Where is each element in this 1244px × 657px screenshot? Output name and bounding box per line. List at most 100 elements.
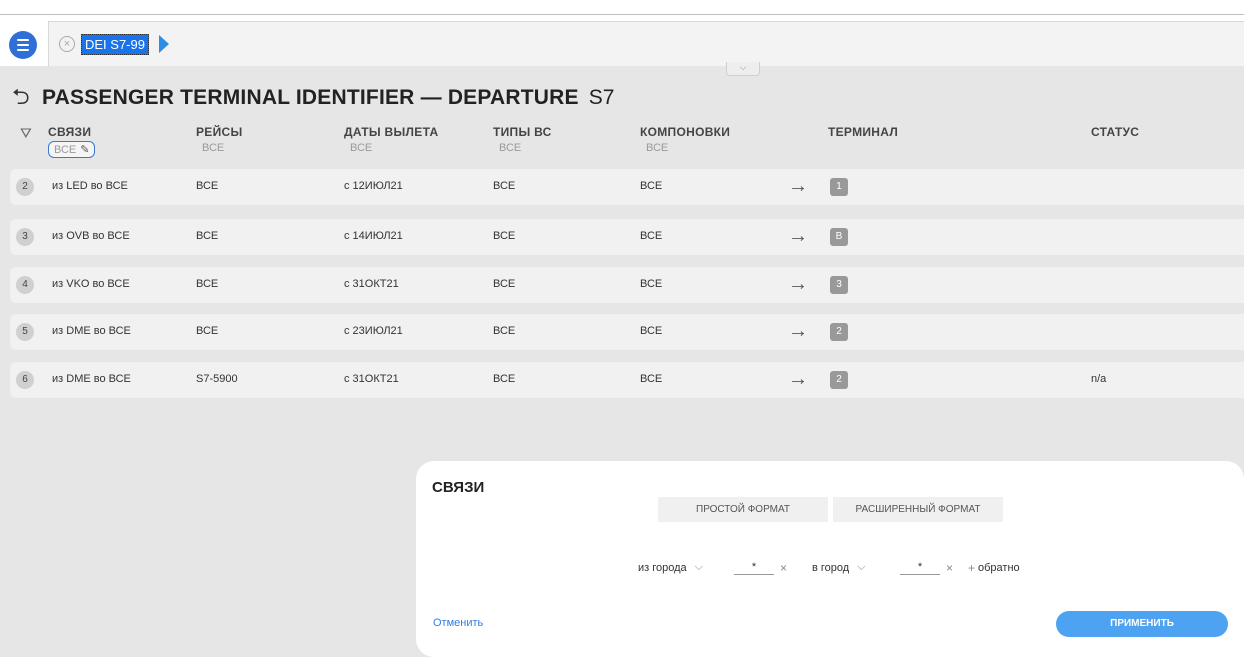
apply-button[interactable]: ПРИМЕНИТЬ xyxy=(1056,611,1228,637)
row-number: 5 xyxy=(16,323,34,341)
table-row[interactable]: 2 из LED во ВСЕ ВСЕ с 12ИЮЛ21 ВСЕ ВСЕ → … xyxy=(10,169,1244,205)
row-layouts: ВСЕ xyxy=(640,373,663,385)
header-links-value: ВСЕ xyxy=(54,143,77,156)
row-layouts: ВСЕ xyxy=(640,230,663,242)
simple-format-tab[interactable]: ПРОСТОЙ ФОРМАТ xyxy=(658,497,828,522)
row-link: из VKO во ВСЕ xyxy=(52,278,130,290)
header-layouts-name: КОМПОНОВКИ xyxy=(640,125,731,139)
back-arrow-icon[interactable]: ⮌ xyxy=(12,80,36,118)
terminal-badge: 3 xyxy=(830,276,848,294)
terminal-badge: B xyxy=(830,228,848,246)
header-terminal[interactable]: ТЕРМИНАЛ xyxy=(828,125,898,139)
collapse-chevron-icon[interactable]: ⌵ xyxy=(726,62,760,76)
header-types-name: ТИПЫ ВС xyxy=(493,125,552,139)
row-flights: ВСЕ xyxy=(196,230,219,242)
table-row[interactable]: 3 из OVB во ВСЕ ВСЕ с 14ИЮЛ21 ВСЕ ВСЕ → … xyxy=(10,219,1244,255)
to-city-field[interactable]: * × xyxy=(900,561,953,575)
row-flights: S7-5900 xyxy=(196,373,238,385)
hamburger-menu-icon[interactable] xyxy=(9,31,37,59)
tabs-strip: × DEI S7-99 xyxy=(48,21,1244,67)
right-arrow-icon: → xyxy=(788,368,808,390)
clear-to-icon[interactable]: × xyxy=(946,561,953,575)
pencil-icon[interactable]: ✎ xyxy=(80,143,89,156)
row-number: 3 xyxy=(16,228,34,246)
terminal-badge: 2 xyxy=(830,371,848,389)
links-dialog: СВЯЗИ ПРОСТОЙ ФОРМАТ РАСШИРЕННЫЙ ФОРМАТ … xyxy=(416,461,1244,657)
chevron-down-icon[interactable]: ⌵ xyxy=(857,561,865,574)
table-row[interactable]: 6 из DME во ВСЕ S7-5900 с 31ОКТ21 ВСЕ ВС… xyxy=(10,362,1244,398)
chevron-down-icon[interactable]: ⌵ xyxy=(695,561,703,574)
row-status: n/a xyxy=(1091,373,1107,385)
header-links-filter[interactable]: ВСЕ ✎ xyxy=(48,141,96,158)
reverse-toggle[interactable]: + обратно xyxy=(968,561,1020,575)
row-dates: с 31ОКТ21 xyxy=(344,373,399,385)
header-types-value: ВСЕ xyxy=(499,142,522,154)
header-status-name: СТАТУС xyxy=(1091,125,1140,139)
row-types: ВСЕ xyxy=(493,278,516,290)
row-layouts: ВСЕ xyxy=(640,278,663,290)
dialog-title: СВЯЗИ xyxy=(432,479,485,496)
table-row[interactable]: 5 из DME во ВСЕ ВСЕ с 23ИЮЛ21 ВСЕ ВСЕ → … xyxy=(10,314,1244,350)
from-city-input[interactable]: * xyxy=(734,561,774,575)
header-links[interactable]: СВЯЗИ ВСЕ ✎ xyxy=(48,125,96,158)
row-flights: ВСЕ xyxy=(196,278,219,290)
row-types: ВСЕ xyxy=(493,325,516,337)
top-bar: × DEI S7-99 xyxy=(0,14,1244,67)
tab-arrow-icon xyxy=(158,35,169,53)
row-link: из OVB во ВСЕ xyxy=(52,230,130,242)
row-number: 2 xyxy=(16,178,34,196)
page-subtitle: S7 xyxy=(588,86,615,109)
row-number: 4 xyxy=(16,276,34,294)
column-headers: ⛛ СВЯЗИ ВСЕ ✎ РЕЙСЫ ВСЕ ДАТЫ ВЫЛЕТА ВСЕ … xyxy=(0,125,1244,165)
header-status[interactable]: СТАТУС xyxy=(1091,125,1139,139)
row-dates: с 31ОКТ21 xyxy=(344,278,399,290)
from-city-select[interactable]: из города ⌵ xyxy=(638,561,703,574)
header-flights[interactable]: РЕЙСЫ ВСЕ xyxy=(196,125,243,154)
right-arrow-icon: → xyxy=(788,225,808,247)
tab-label[interactable]: DEI S7-99 xyxy=(81,33,149,55)
header-dates-value: ВСЕ xyxy=(350,142,373,154)
row-dates: с 12ИЮЛ21 xyxy=(344,180,403,192)
clear-from-icon[interactable]: × xyxy=(780,561,787,575)
row-flights: ВСЕ xyxy=(196,325,219,337)
row-link: из DME во ВСЕ xyxy=(52,373,131,385)
row-number: 6 xyxy=(16,371,34,389)
row-types: ВСЕ xyxy=(493,373,516,385)
header-dates-name: ДАТЫ ВЫЛЕТА xyxy=(344,125,439,139)
extended-format-tab[interactable]: РАСШИРЕННЫЙ ФОРМАТ xyxy=(833,497,1003,522)
to-city-label: в город xyxy=(812,561,850,574)
title-row: ⮌ PASSENGER TERMINAL IDENTIFIER — DEPART… xyxy=(12,80,614,118)
filter-icon[interactable]: ⛛ xyxy=(20,125,32,142)
cancel-link[interactable]: Отменить xyxy=(433,617,483,629)
header-flights-value: ВСЕ xyxy=(202,142,225,154)
to-city-select[interactable]: в город ⌵ xyxy=(812,561,866,574)
row-flights: ВСЕ xyxy=(196,180,219,192)
page-title: PASSENGER TERMINAL IDENTIFIER — DEPARTUR… xyxy=(42,86,579,109)
header-links-name: СВЯЗИ xyxy=(48,125,92,139)
header-types[interactable]: ТИПЫ ВС ВСЕ xyxy=(493,125,552,154)
from-city-field[interactable]: * × xyxy=(734,561,787,575)
header-dates[interactable]: ДАТЫ ВЫЛЕТА ВСЕ xyxy=(344,125,438,154)
tab-dei[interactable]: × DEI S7-99 xyxy=(59,33,169,55)
right-arrow-icon: → xyxy=(788,273,808,295)
close-tab-icon[interactable]: × xyxy=(59,36,75,52)
row-link: из DME во ВСЕ xyxy=(52,325,131,337)
row-types: ВСЕ xyxy=(493,180,516,192)
header-layouts-value: ВСЕ xyxy=(646,142,669,154)
header-flights-name: РЕЙСЫ xyxy=(196,125,243,139)
row-link: из LED во ВСЕ xyxy=(52,180,128,192)
from-city-label: из города xyxy=(638,561,687,574)
row-layouts: ВСЕ xyxy=(640,325,663,337)
table-row[interactable]: 4 из VKO во ВСЕ ВСЕ с 31ОКТ21 ВСЕ ВСЕ → … xyxy=(10,267,1244,303)
row-layouts: ВСЕ xyxy=(640,180,663,192)
row-dates: с 23ИЮЛ21 xyxy=(344,325,403,337)
terminal-badge: 1 xyxy=(830,178,848,196)
header-layouts[interactable]: КОМПОНОВКИ ВСЕ xyxy=(640,125,730,154)
right-arrow-icon: → xyxy=(788,320,808,342)
reverse-label: обратно xyxy=(978,562,1020,574)
terminal-badge: 2 xyxy=(830,323,848,341)
right-arrow-icon: → xyxy=(788,175,808,197)
row-types: ВСЕ xyxy=(493,230,516,242)
to-city-input[interactable]: * xyxy=(900,561,940,575)
header-terminal-name: ТЕРМИНАЛ xyxy=(828,125,899,139)
